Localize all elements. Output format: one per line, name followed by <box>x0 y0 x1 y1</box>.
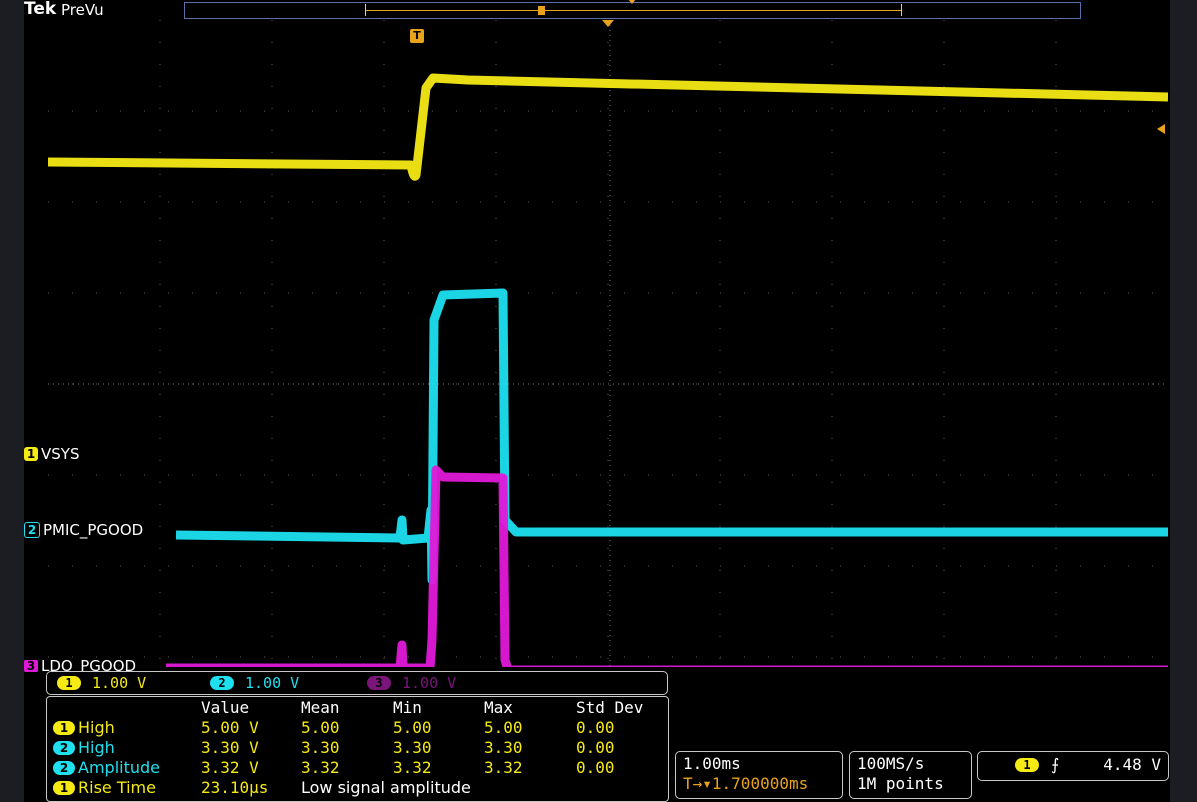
cell-mean: 5.00 <box>301 718 340 737</box>
cell-value: 3.30 V <box>201 738 259 757</box>
ch1-scale-badge: 1 <box>57 676 81 690</box>
table-row[interactable]: 1 Rise Time 23.10µs Low signal amplitude <box>47 778 668 798</box>
measurement-name: Amplitude <box>78 758 160 777</box>
record-view-bar[interactable] <box>184 0 1081 19</box>
cell-max: 3.32 <box>484 758 523 777</box>
trigger-position-prefix: T→▾ <box>683 774 712 793</box>
row-label: 2 Amplitude <box>53 758 160 777</box>
cell-max: 3.30 <box>484 738 523 757</box>
trigger-position: T→▾1.700000ms <box>683 774 808 793</box>
header-value: Value <box>201 698 250 717</box>
channel-2-name: PMIC_PGOOD <box>43 521 144 539</box>
measurement-header-row: Value Mean Min Max Std Dev <box>47 698 668 718</box>
header-mean: Mean <box>301 698 340 717</box>
ch3-scale-badge: 3 <box>367 676 391 690</box>
table-row[interactable]: 1 High 5.00 V 5.00 5.00 5.00 0.00 <box>47 718 668 738</box>
acquisition-mode: PreVu <box>61 1 104 19</box>
ch1-scale[interactable]: 1 1.00 V <box>57 674 146 692</box>
trigger-level-icon[interactable] <box>1157 124 1165 134</box>
record-center-marker-icon <box>628 0 636 4</box>
top-bar: Tek PreVu <box>24 0 1170 20</box>
trigger-position-value: 1.700000ms <box>711 774 809 793</box>
table-row[interactable]: 2 Amplitude 3.32 V 3.32 3.32 3.32 0.00 <box>47 758 668 778</box>
channel-1-name: VSYS <box>41 445 80 463</box>
vertical-scale-bar[interactable]: 1 1.00 V 2 1.00 V 3 1.00 V <box>46 671 668 695</box>
measurement-name: High <box>78 718 115 737</box>
left-frame <box>0 0 24 802</box>
trigger-point-icon[interactable]: T <box>410 29 424 43</box>
ch2-badge: 2 <box>53 760 75 775</box>
measurement-name: High <box>78 738 115 757</box>
ch3-waveform <box>166 465 1168 667</box>
trigger-box[interactable]: 1 ⨍ 4.48 V <box>977 751 1169 781</box>
ch1-scale-value: 1.00 V <box>92 674 147 692</box>
cell-max: 5.00 <box>484 718 523 737</box>
trigger-source-badge: 1 <box>1015 758 1039 772</box>
row-label: 1 Rise Time <box>53 778 156 797</box>
cell-note: Low signal amplitude <box>301 778 471 797</box>
cell-std: 0.00 <box>576 718 615 737</box>
channel-2-label[interactable]: 2 PMIC_PGOOD <box>24 521 144 539</box>
sample-rate: 100MS/s <box>857 754 925 773</box>
ch2-scale-badge: 2 <box>210 676 234 690</box>
cell-std: 0.00 <box>576 738 615 757</box>
header-min: Min <box>393 698 422 717</box>
waveform-display <box>48 20 1168 667</box>
cell-std: 0.00 <box>576 758 615 777</box>
ch2-waveform <box>175 288 1168 585</box>
row-label: 1 High <box>53 718 115 737</box>
cell-value: 23.10µs <box>201 778 269 797</box>
ch1-badge: 1 <box>53 720 75 735</box>
cell-value: 3.32 V <box>201 758 259 777</box>
record-line <box>366 10 901 11</box>
header-std-dev: Std Dev <box>576 698 644 717</box>
ch1-waveform <box>48 73 1168 181</box>
brand-logo: Tek <box>24 0 57 19</box>
record-trigger-icon <box>538 6 545 15</box>
ch3-scale-value: 1.00 V <box>402 674 457 692</box>
horizontal-scale-box[interactable]: 1.00ms T→▾1.700000ms <box>675 751 843 799</box>
trigger-position-icon[interactable] <box>602 20 614 27</box>
cell-min: 3.32 <box>393 758 432 777</box>
channel-1-badge: 1 <box>24 447 38 461</box>
cell-min: 3.30 <box>393 738 432 757</box>
measurement-name: Rise Time <box>78 778 156 797</box>
measurement-table[interactable]: Value Mean Min Max Std Dev 1 High 5.00 V… <box>46 696 669 802</box>
cell-mean: 3.30 <box>301 738 340 757</box>
row-label: 2 High <box>53 738 115 757</box>
channel-3-badge: 3 <box>24 660 38 672</box>
ch2-badge: 2 <box>53 740 75 755</box>
ch3-scale[interactable]: 3 1.00 V <box>367 674 456 692</box>
record-view-window[interactable] <box>365 4 902 16</box>
cell-mean: 3.32 <box>301 758 340 777</box>
header-max: Max <box>484 698 513 717</box>
channel-1-label[interactable]: 1 VSYS <box>24 445 79 463</box>
trigger-level: 4.48 V <box>1103 755 1161 774</box>
ch2-scale[interactable]: 2 1.00 V <box>210 674 299 692</box>
ch1-badge: 1 <box>53 780 75 795</box>
waveform-graticule[interactable] <box>48 20 1168 667</box>
right-frame <box>1170 0 1197 802</box>
rising-edge-icon: ⨍ <box>1051 755 1060 774</box>
cell-value: 5.00 V <box>201 718 259 737</box>
ch2-scale-value: 1.00 V <box>245 674 300 692</box>
channel-2-badge: 2 <box>24 522 40 538</box>
time-per-division: 1.00ms <box>683 754 741 773</box>
record-length: 1M points <box>857 774 944 793</box>
cell-min: 5.00 <box>393 718 432 737</box>
acquisition-box[interactable]: 100MS/s 1M points <box>849 751 972 799</box>
table-row[interactable]: 2 High 3.30 V 3.30 3.30 3.30 0.00 <box>47 738 668 758</box>
